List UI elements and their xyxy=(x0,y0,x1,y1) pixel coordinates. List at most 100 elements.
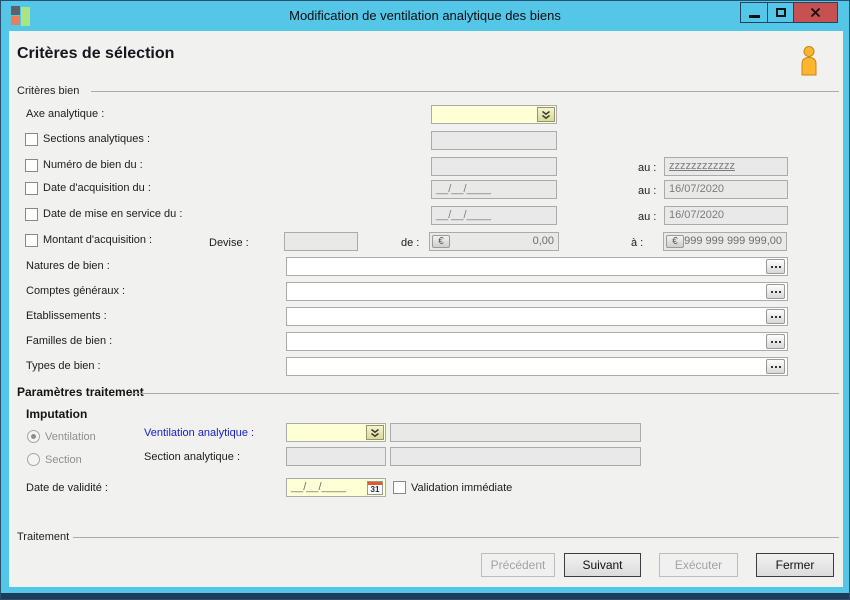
euro-icon: € xyxy=(432,235,450,248)
date-acquisition-du-value: __/__/____ xyxy=(436,183,491,195)
window-title: Modification de ventilation analytique d… xyxy=(1,8,849,23)
ventilation-analytique-dropdown-button[interactable] xyxy=(366,425,384,440)
section-analytique-label: Section analytique : xyxy=(144,451,240,463)
date-acquisition-au-field: 16/07/2020 xyxy=(664,180,788,199)
radio-ventilation-label: Ventilation xyxy=(45,431,96,443)
dialog-body: Critères de sélection Critères bien Axe … xyxy=(9,31,843,587)
date-mise-service-au-value: 16/07/2020 xyxy=(669,209,724,221)
comptes-generaux-label: Comptes généraux : xyxy=(26,285,125,297)
date-acquisition-label: Date d'acquisition du : xyxy=(43,182,151,194)
suivant-button[interactable]: Suivant xyxy=(564,553,641,577)
date-mise-service-au-label: au : xyxy=(638,211,656,223)
numero-bien-label: Numéro de bien du : xyxy=(43,159,143,171)
natures-bien-label: Natures de bien : xyxy=(26,260,110,272)
natures-bien-input[interactable] xyxy=(286,257,788,276)
sections-analytiques-label: Sections analytiques : xyxy=(43,133,150,145)
types-bien-label: Types de bien : xyxy=(26,360,101,372)
parametres-traitement-groupline xyxy=(131,393,839,394)
ventilation-analytique-label: Ventilation analytique : xyxy=(144,427,254,439)
montant-de-label: de : xyxy=(401,237,419,249)
double-chevron-down-icon xyxy=(541,110,551,120)
traitement-legend: Traitement xyxy=(17,531,69,543)
imputation-label: Imputation xyxy=(26,407,87,421)
etablissements-label: Etablissements : xyxy=(26,310,107,322)
axe-analytique-dropdown-button[interactable] xyxy=(537,107,555,122)
date-validite-input[interactable]: __/__/____ 31 xyxy=(286,478,386,497)
precedent-button: Précédent xyxy=(481,553,555,577)
executer-button: Exécuter xyxy=(659,553,738,577)
natures-bien-browse-button[interactable] xyxy=(766,259,785,274)
section-analytique-detail-field xyxy=(390,447,641,466)
criteres-bien-legend: Critères bien xyxy=(17,85,79,97)
montant-de-value: 0,00 xyxy=(533,233,554,250)
numero-bien-checkbox[interactable] xyxy=(25,159,38,172)
comptes-generaux-browse-button[interactable] xyxy=(766,284,785,299)
ellipsis-icon xyxy=(771,266,773,268)
date-mise-service-checkbox[interactable] xyxy=(25,208,38,221)
double-chevron-down-icon xyxy=(370,428,380,438)
montant-a-value: 999 999 999 999,00 xyxy=(684,233,782,250)
window-controls xyxy=(740,2,838,23)
application-window: Modification de ventilation analytique d… xyxy=(0,0,850,600)
ellipsis-icon xyxy=(771,341,773,343)
numero-bien-au-value: zzzzzzzzzzzz xyxy=(669,160,735,172)
date-acquisition-checkbox[interactable] xyxy=(25,182,38,195)
sections-analytiques-field xyxy=(431,131,557,150)
types-bien-browse-button[interactable] xyxy=(766,359,785,374)
calendar-day: 31 xyxy=(368,485,382,495)
montant-a-field: € 999 999 999 999,00 xyxy=(663,232,787,251)
criteres-bien-groupline xyxy=(91,91,839,92)
comptes-generaux-input[interactable] xyxy=(286,282,788,301)
axe-analytique-combo[interactable] xyxy=(431,105,557,124)
axe-analytique-label: Axe analytique : xyxy=(26,108,104,120)
close-button[interactable] xyxy=(793,3,837,22)
euro-icon: € xyxy=(666,235,684,248)
familles-bien-input[interactable] xyxy=(286,332,788,351)
user-icon[interactable] xyxy=(798,45,820,76)
radio-section-label: Section xyxy=(45,454,82,466)
close-icon xyxy=(810,7,821,18)
titlebar: Modification de ventilation analytique d… xyxy=(1,1,849,31)
montant-de-field: € 0,00 xyxy=(429,232,559,251)
numero-bien-au-field: zzzzzzzzzzzz xyxy=(664,157,788,176)
minimize-button[interactable] xyxy=(741,3,767,22)
date-validite-label: Date de validité : xyxy=(26,482,108,494)
sections-analytiques-checkbox[interactable] xyxy=(25,133,38,146)
numero-bien-au-label: au : xyxy=(638,162,656,174)
etablissements-browse-button[interactable] xyxy=(766,309,785,324)
maximize-button[interactable] xyxy=(767,3,793,22)
devise-field xyxy=(284,232,358,251)
fermer-button[interactable]: Fermer xyxy=(756,553,834,577)
minimize-icon xyxy=(749,15,760,18)
montant-acquisition-checkbox[interactable] xyxy=(25,234,38,247)
devise-label: Devise : xyxy=(209,237,249,249)
section-analytique-field xyxy=(286,447,386,466)
ellipsis-icon xyxy=(771,291,773,293)
window-bottom-edge xyxy=(1,593,849,599)
familles-bien-label: Familles de bien : xyxy=(26,335,112,347)
date-mise-service-du-value: __/__/____ xyxy=(436,209,491,221)
montant-acquisition-label: Montant d'acquisition : xyxy=(43,234,152,246)
traitement-groupline xyxy=(73,537,839,538)
page-title: Critères de sélection xyxy=(17,45,174,63)
ellipsis-icon xyxy=(771,366,773,368)
ellipsis-icon xyxy=(771,316,773,318)
parametres-traitement-legend: Paramètres traitement xyxy=(17,385,144,399)
ventilation-analytique-detail-field xyxy=(390,423,641,442)
validation-immediate-checkbox[interactable] xyxy=(393,481,406,494)
date-mise-service-au-field: 16/07/2020 xyxy=(664,206,788,225)
date-validite-value: __/__/____ xyxy=(291,481,346,493)
radio-section xyxy=(27,453,40,466)
calendar-button[interactable]: 31 xyxy=(367,481,383,495)
date-mise-service-label: Date de mise en service du : xyxy=(43,208,182,220)
familles-bien-browse-button[interactable] xyxy=(766,334,785,349)
numero-bien-du-field xyxy=(431,157,557,176)
validation-immediate-label: Validation immédiate xyxy=(411,482,512,494)
date-acquisition-au-value: 16/07/2020 xyxy=(669,183,724,195)
date-acquisition-au-label: au : xyxy=(638,185,656,197)
ventilation-analytique-combo[interactable] xyxy=(286,423,386,442)
etablissements-input[interactable] xyxy=(286,307,788,326)
maximize-icon xyxy=(776,8,786,17)
types-bien-input[interactable] xyxy=(286,357,788,376)
date-acquisition-du-field: __/__/____ xyxy=(431,180,557,199)
